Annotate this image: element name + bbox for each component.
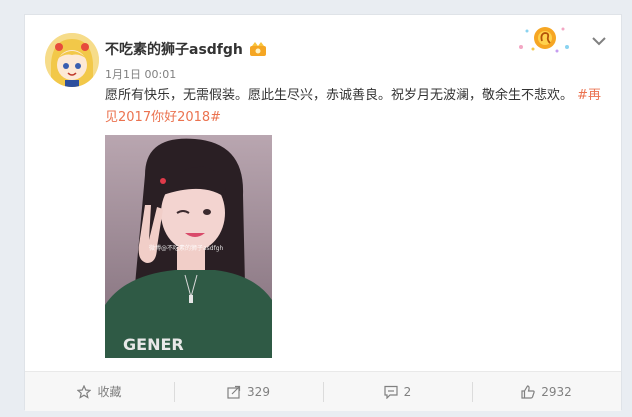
comment-button[interactable]: 2 <box>323 372 472 411</box>
post-photo[interactable]: GENER 微博@不吃素的狮子asdfgh <box>105 135 272 358</box>
vip-badge-icon[interactable] <box>249 41 267 57</box>
like-count: 2932 <box>541 384 572 399</box>
star-icon <box>77 384 92 399</box>
favorite-label: 收藏 <box>97 385 122 399</box>
favorite-button[interactable]: 收藏 <box>25 372 174 411</box>
comment-icon <box>384 385 398 399</box>
post-text: 愿所有快乐，无需假装。愿此生尽兴，赤诚善良。祝岁月无波澜，敬余生不悲欢。 #再见… <box>105 85 605 129</box>
post-body: 愿所有快乐，无需假装。愿此生尽兴，赤诚善良。祝岁月无波澜，敬余生不悲欢。 <box>105 88 574 103</box>
repost-count: 329 <box>247 384 270 399</box>
photo-watermark: 微博@不吃素的狮子asdfgh <box>149 245 224 252</box>
post-action-bar: 收藏 329 2 2932 <box>25 371 621 411</box>
zodiac-leo-icon <box>519 27 569 53</box>
weibo-post-card: 不吃素的狮子asdfgh 1月1日 00:01 愿所有快乐，无需假装。愿此生尽兴… <box>24 14 622 411</box>
like-button[interactable]: 2932 <box>472 372 621 411</box>
avatar[interactable] <box>45 33 99 87</box>
post-time[interactable]: 1月1日 00:01 <box>105 66 176 82</box>
repost-icon <box>227 385 241 399</box>
repost-button[interactable]: 329 <box>174 372 323 411</box>
avatar-icon <box>45 33 99 87</box>
user-name[interactable]: 不吃素的狮子asdfgh <box>105 39 243 59</box>
name-row: 不吃素的狮子asdfgh <box>105 39 267 59</box>
comment-count: 2 <box>403 384 412 399</box>
chevron-down-icon[interactable] <box>591 33 607 49</box>
thumbs-up-icon <box>521 384 535 399</box>
svg-text:GENER: GENER <box>123 335 184 354</box>
